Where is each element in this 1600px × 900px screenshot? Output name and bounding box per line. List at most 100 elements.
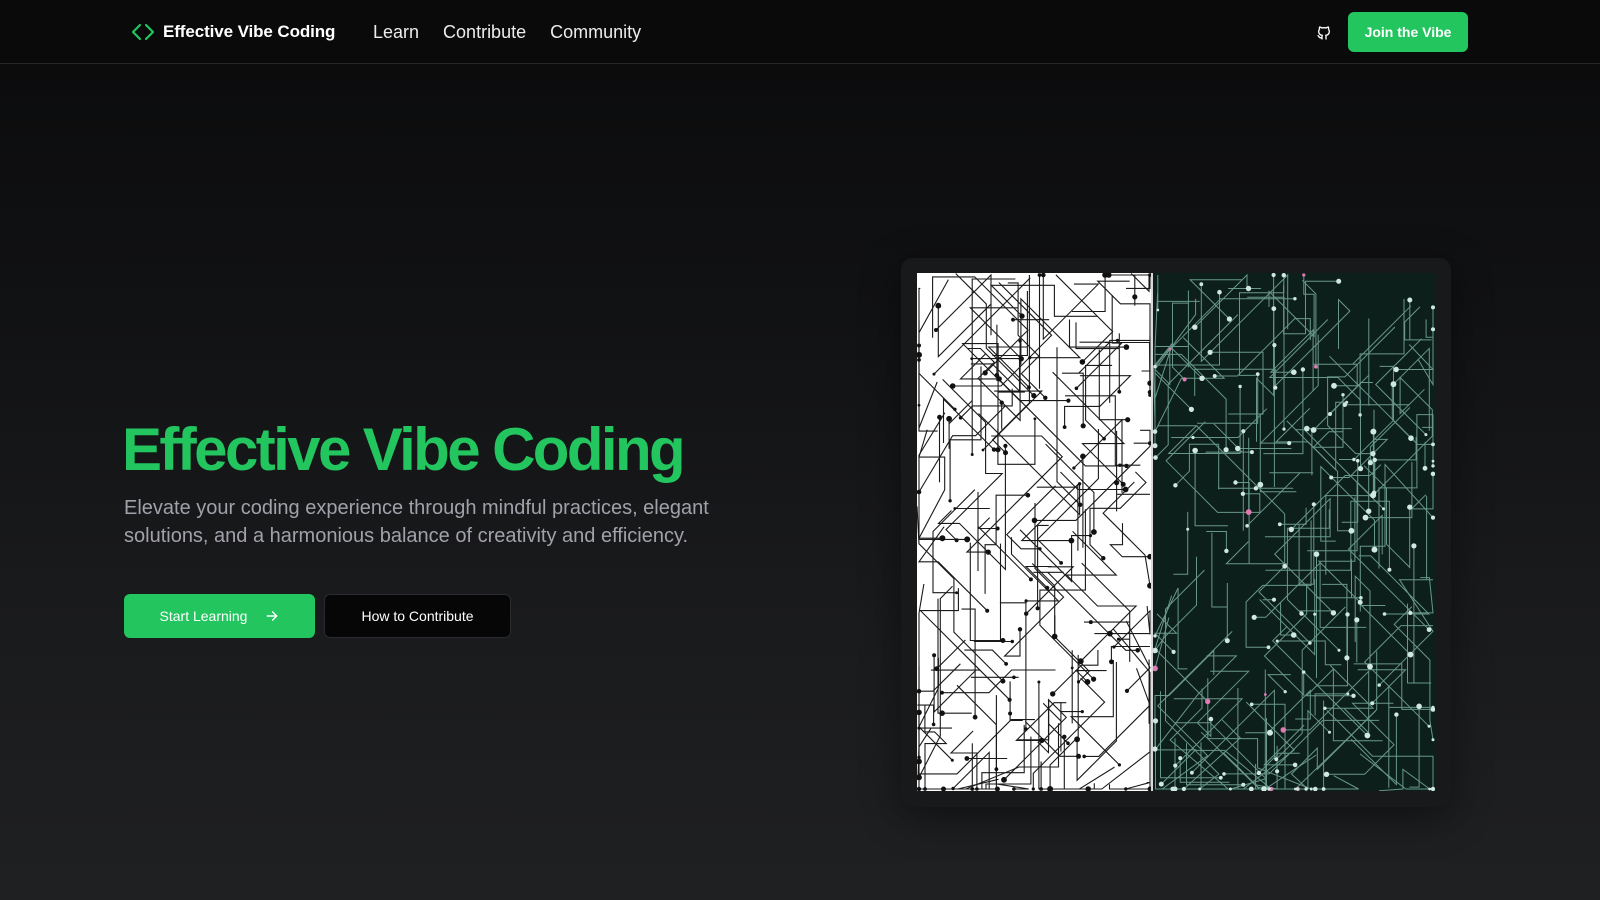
circuit-node: [1003, 450, 1008, 456]
circuit-node: [1266, 645, 1271, 650]
circuit-node: [972, 714, 978, 720]
start-learning-button[interactable]: Start Learning: [124, 594, 315, 638]
circuit-node: [1024, 611, 1029, 616]
circuit-node: [935, 302, 942, 309]
circuit-node: [1290, 632, 1297, 638]
circuit-node: [1357, 599, 1363, 605]
circuit-node: [1153, 364, 1157, 369]
circuit-node: [1117, 763, 1121, 767]
circuit-node: [1408, 435, 1414, 441]
circuit-node: [934, 328, 938, 332]
circuit-node: [1223, 447, 1229, 453]
circuit-node: [1367, 460, 1373, 466]
circuit-node: [1039, 787, 1043, 791]
circuit-node: [1430, 515, 1435, 520]
circuit-node: [1012, 787, 1016, 791]
circuit-node: [1117, 389, 1122, 394]
circuit-node: [1028, 356, 1032, 360]
circuit-node: [1007, 697, 1012, 702]
circuit-node: [1059, 561, 1063, 565]
circuit-node: [1348, 527, 1355, 534]
nav-link-learn[interactable]: Learn: [373, 22, 419, 43]
circuit-node: [1428, 787, 1432, 791]
circuit-node: [1192, 447, 1198, 454]
github-button[interactable]: [1313, 22, 1335, 44]
circuit-node: [1003, 443, 1008, 448]
circuit-node: [1271, 597, 1277, 602]
github-icon: [1317, 26, 1330, 40]
circuit-node: [949, 383, 956, 389]
circuit-node: [1124, 688, 1130, 693]
circuit-node: [1249, 702, 1254, 707]
brand-name: Effective Vibe Coding: [163, 22, 336, 41]
circuit-node: [1074, 736, 1080, 743]
circuit-node: [1275, 639, 1279, 643]
join-the-vibe-button[interactable]: Join the Vibe: [1348, 12, 1468, 52]
circuit-node: [917, 726, 921, 730]
circuit-node: [1012, 675, 1016, 680]
circuit-node: [1430, 327, 1435, 332]
circuit-node: [982, 370, 988, 376]
circuit-node: [1273, 385, 1278, 390]
circuit-node: [1077, 658, 1084, 665]
circuit-node: [970, 787, 975, 791]
circuit-node: [1393, 366, 1399, 373]
circuit-node: [1011, 317, 1015, 322]
circuit-node: [1218, 775, 1223, 780]
circuit-node: [1233, 480, 1238, 485]
circuit-node: [1300, 367, 1306, 372]
circuit-node: [1408, 610, 1413, 615]
circuit-node: [1010, 639, 1014, 644]
circuit-node: [1382, 507, 1385, 511]
circuit-node: [1152, 647, 1158, 654]
circuit-node: [1123, 344, 1130, 350]
nav-link-contribute[interactable]: Contribute: [443, 22, 526, 43]
circuit-node: [1000, 638, 1006, 643]
circuit-node: [1207, 349, 1213, 355]
circuit-node: [995, 526, 1000, 531]
circuit-node: [1241, 429, 1246, 434]
circuit-node: [1212, 374, 1217, 378]
circuit-node: [1018, 339, 1022, 343]
start-learning-label: Start Learning: [159, 608, 248, 624]
circuit-node: [1407, 297, 1413, 303]
nav-link-community[interactable]: Community: [550, 22, 641, 43]
circuit-node: [1302, 670, 1306, 674]
circuit-node: [1152, 429, 1158, 434]
circuit-node: [1062, 734, 1067, 739]
arrow-right-icon: [267, 611, 278, 621]
circuit-node: [1173, 763, 1178, 768]
circuit-node: [953, 407, 957, 411]
circuit-node: [1330, 610, 1337, 616]
circuit-node: [953, 507, 957, 510]
circuit-node: [1390, 381, 1397, 388]
circuit-node: [1253, 486, 1259, 491]
circuit-node: [1240, 491, 1246, 496]
circuit-node: [1364, 732, 1371, 739]
circuit-node: [1372, 457, 1377, 463]
circuit-node: [996, 376, 1002, 382]
circuit-node: [1186, 527, 1190, 531]
circuit-node: [1280, 727, 1287, 733]
circuit-node: [1112, 645, 1116, 649]
circuit-node: [1191, 435, 1195, 440]
circuit-node: [1267, 729, 1273, 736]
circuit-node: [1346, 692, 1350, 696]
circuit-node: [1311, 502, 1316, 507]
circuit-board-illustration: [917, 273, 1435, 791]
circuit-node: [1228, 787, 1232, 791]
circuit-node: [1274, 757, 1279, 762]
circuit-node: [1171, 649, 1176, 654]
circuit-node: [1152, 443, 1158, 449]
circuit-node: [1249, 450, 1254, 455]
circuit-node: [1124, 787, 1128, 791]
page: Effective Vibe Coding Learn Contribute C…: [0, 0, 1600, 900]
circuit-node: [1245, 509, 1252, 515]
how-to-contribute-button[interactable]: How to Contribute: [324, 594, 511, 638]
circuit-node: [1235, 445, 1241, 452]
circuit-node: [1308, 641, 1312, 645]
circuit-node: [1431, 442, 1435, 447]
circuit-node: [1037, 680, 1041, 684]
brand-link[interactable]: Effective Vibe Coding: [131, 20, 335, 44]
circuit-node: [1118, 463, 1122, 467]
